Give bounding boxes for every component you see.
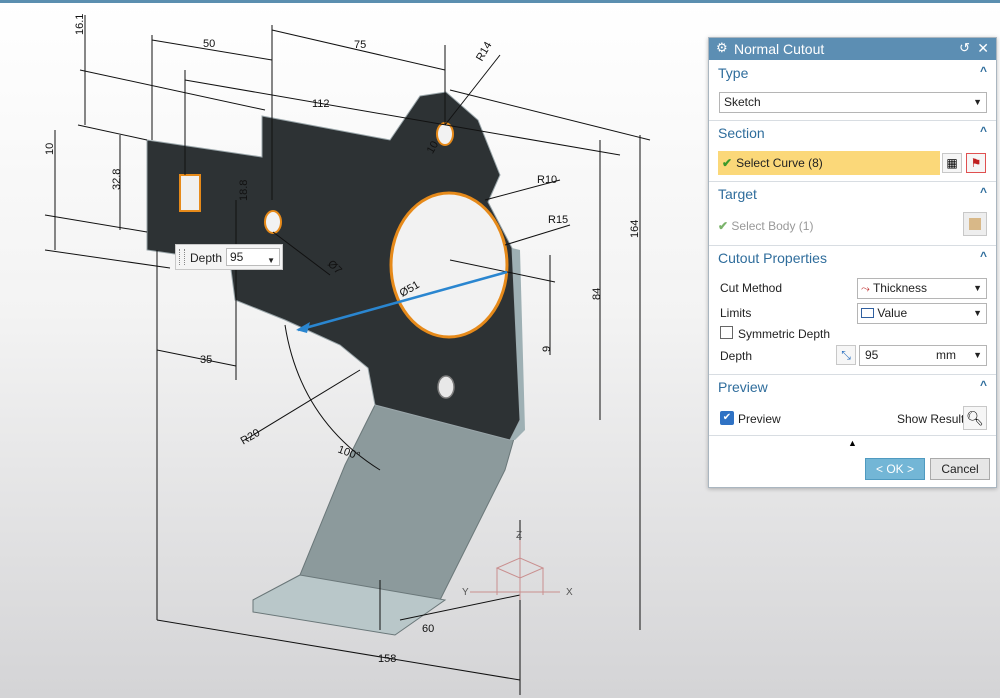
dim-112[interactable]: 112 bbox=[312, 98, 330, 110]
collapse-cutout-icon[interactable]: ^ bbox=[980, 249, 987, 263]
dim-r20[interactable]: R20 bbox=[239, 427, 262, 447]
cancel-button[interactable]: Cancel bbox=[930, 458, 990, 480]
axis-z-label: Z bbox=[516, 530, 522, 541]
drag-grip-icon[interactable] bbox=[179, 249, 185, 265]
dim-r15[interactable]: R15 bbox=[548, 214, 568, 226]
dim-16-1[interactable]: 16.1 bbox=[74, 14, 86, 35]
ok-button[interactable]: < OK > bbox=[865, 458, 925, 480]
axis-y-label: Y bbox=[462, 587, 469, 598]
depth-input[interactable]: 95 mm ▼ bbox=[859, 345, 987, 366]
chevron-down-icon[interactable]: ▼ bbox=[267, 253, 275, 269]
select-body-label: Select Body (1) bbox=[731, 219, 814, 233]
show-result-magnifier-icon[interactable]: 🔍︎ bbox=[963, 406, 987, 430]
type-header[interactable]: Type bbox=[718, 65, 748, 81]
dim-84[interactable]: 84 bbox=[591, 288, 603, 300]
type-select[interactable]: Sketch ▼ bbox=[719, 92, 987, 113]
depth-box-field[interactable]: 95 ▼ bbox=[226, 248, 280, 266]
type-section: Type ^ Sketch ▼ bbox=[709, 61, 996, 119]
cut-method-label: Cut Method bbox=[720, 281, 783, 295]
select-curve-label: Select Curve (8) bbox=[736, 156, 823, 170]
preview-label: Preview bbox=[738, 412, 781, 426]
measure-depth-icon[interactable]: ⤡ bbox=[836, 345, 856, 365]
symmetric-depth-label: Symmetric Depth bbox=[738, 327, 831, 341]
dialog-title: Normal Cutout bbox=[734, 41, 825, 57]
target-section: Target ^ ✔ Select Body (1) bbox=[709, 181, 996, 245]
left-hole bbox=[264, 210, 282, 234]
cut-method-value: Thickness bbox=[872, 281, 927, 295]
dim-9[interactable]: 9 bbox=[541, 346, 553, 352]
depth-unit: mm bbox=[936, 348, 956, 362]
section-header[interactable]: Section bbox=[718, 125, 765, 141]
more-options-toggle[interactable]: ▲ bbox=[709, 435, 996, 450]
gear-icon[interactable]: ⚙ bbox=[716, 40, 728, 56]
dim-r14[interactable]: R14 bbox=[474, 40, 494, 63]
check-icon: ✔ bbox=[718, 219, 729, 233]
preview-header[interactable]: Preview bbox=[718, 379, 768, 395]
dim-164[interactable]: 164 bbox=[629, 220, 641, 238]
dim-60[interactable]: 60 bbox=[422, 623, 434, 635]
collapse-section-icon[interactable]: ^ bbox=[980, 124, 987, 138]
cut-method-select[interactable]: ⤳ Thickness ▼ bbox=[857, 278, 987, 299]
curve-rule-icon[interactable]: ▦ bbox=[942, 153, 962, 173]
reset-icon[interactable]: ↺ bbox=[959, 40, 970, 56]
depth-label: Depth bbox=[720, 349, 753, 363]
dim-158[interactable]: 158 bbox=[378, 653, 396, 665]
axis-x-label: X bbox=[566, 587, 573, 598]
symmetric-depth-checkbox[interactable] bbox=[720, 326, 733, 339]
dim-18-8[interactable]: 18.8 bbox=[238, 180, 250, 201]
collapse-type-icon[interactable]: ^ bbox=[980, 64, 987, 78]
chevron-down-icon[interactable]: ▼ bbox=[973, 279, 982, 298]
type-value: Sketch bbox=[724, 95, 761, 109]
depth-box-label: Depth bbox=[190, 251, 223, 265]
collapse-preview-icon[interactable]: ^ bbox=[980, 378, 987, 392]
section-section: Section ^ ✔ Select Curve (8) ▦ ⚑ bbox=[709, 120, 996, 181]
chevron-down-icon[interactable]: ▼ bbox=[973, 304, 982, 323]
dim-35[interactable]: 35 bbox=[200, 354, 212, 366]
slot-cutout bbox=[179, 174, 201, 212]
depth-box-value: 95 bbox=[230, 250, 244, 264]
bottom-hole bbox=[437, 375, 455, 399]
limits-select[interactable]: Value ▼ bbox=[857, 303, 987, 324]
solid-body-icon[interactable] bbox=[963, 212, 987, 236]
chevron-down-icon[interactable]: ▼ bbox=[973, 346, 982, 365]
cutout-properties-section: Cutout Properties ^ Cut Method ⤳ Thickne… bbox=[709, 245, 996, 374]
value-limit-icon bbox=[861, 308, 874, 318]
limits-value: Value bbox=[877, 306, 908, 320]
preview-checkbox[interactable]: ✔ bbox=[720, 411, 734, 425]
preview-section: Preview ^ ✔ Preview Show Result 🔍︎ bbox=[709, 374, 996, 435]
axis-triad bbox=[470, 540, 560, 600]
dim-10[interactable]: 10 bbox=[44, 143, 56, 155]
bent-flange-face bbox=[252, 404, 516, 601]
select-body-row[interactable]: ✔ Select Body (1) bbox=[718, 219, 813, 233]
dim-32-8[interactable]: 32.8 bbox=[111, 169, 123, 190]
check-icon: ✔ bbox=[722, 156, 733, 170]
thickness-icon: ⤳ bbox=[861, 283, 870, 295]
normal-cutout-dialog: ⚙ Normal Cutout ↺ ✕ Type ^ Sketch ▼ Sect… bbox=[708, 37, 997, 488]
target-header[interactable]: Target bbox=[718, 186, 757, 202]
depth-onscreen-input[interactable]: Depth 95 ▼ bbox=[175, 244, 283, 270]
collapse-target-icon[interactable]: ^ bbox=[980, 185, 987, 199]
close-icon[interactable]: ✕ bbox=[977, 40, 989, 57]
show-result-label: Show Result bbox=[897, 412, 965, 426]
dim-50[interactable]: 50 bbox=[203, 38, 215, 50]
dialog-title-bar[interactable]: ⚙ Normal Cutout ↺ ✕ bbox=[709, 38, 996, 60]
sketch-section-icon[interactable]: ⚑ bbox=[966, 153, 986, 173]
dim-r10[interactable]: R10 bbox=[537, 174, 557, 186]
limits-label: Limits bbox=[720, 306, 752, 320]
select-curve-row[interactable]: ✔ Select Curve (8) bbox=[718, 151, 940, 175]
depth-value: 95 bbox=[865, 348, 879, 362]
dim-75[interactable]: 75 bbox=[354, 39, 366, 51]
cutout-properties-header[interactable]: Cutout Properties bbox=[718, 250, 827, 266]
chevron-down-icon[interactable]: ▼ bbox=[973, 93, 982, 112]
large-cutout-circle bbox=[389, 191, 509, 339]
